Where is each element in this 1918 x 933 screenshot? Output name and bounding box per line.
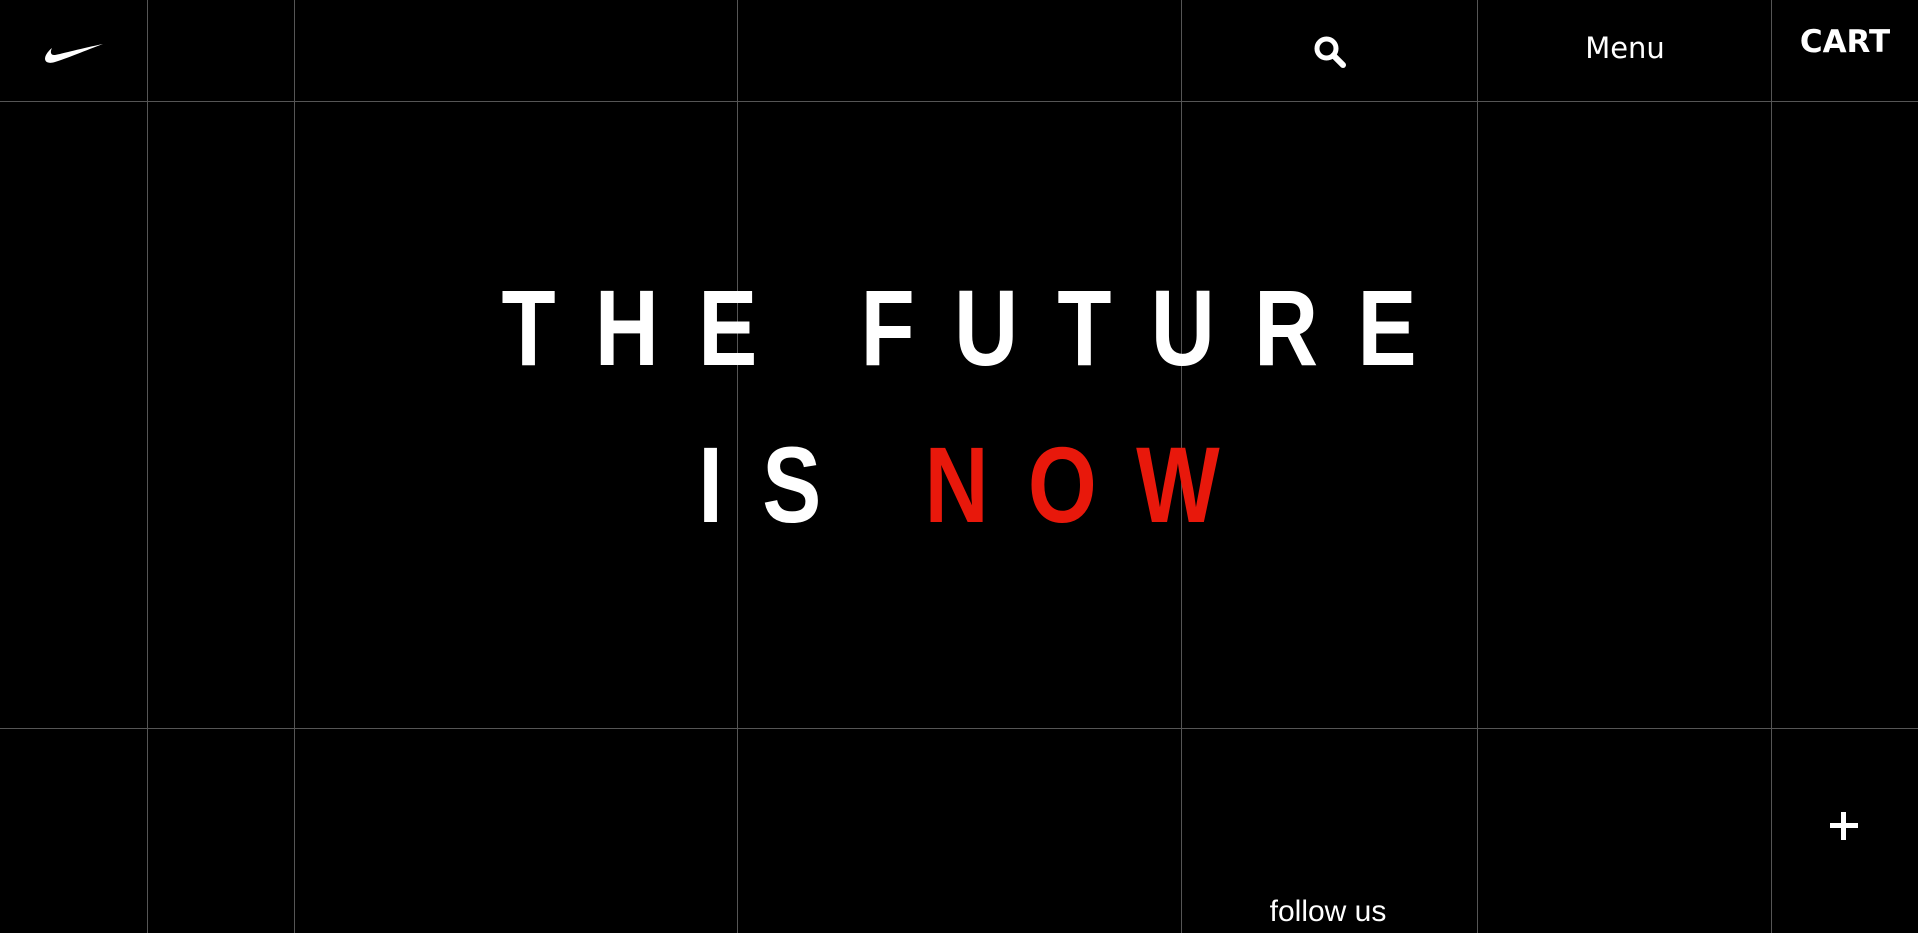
menu-button[interactable]: Menu: [1478, 31, 1772, 65]
grid-line-horizontal: [0, 728, 1918, 729]
swoosh-icon[interactable]: [43, 42, 103, 66]
hero-headline-prefix: IS: [698, 424, 925, 545]
hero-headline-accent: NOW: [924, 424, 1260, 545]
grid-line-horizontal: [0, 101, 1918, 102]
hero-headline-line-2: IS NOW: [173, 431, 1746, 539]
follow-us-link[interactable]: follow us: [1181, 895, 1475, 929]
search-icon: [1314, 36, 1346, 68]
plus-icon[interactable]: [1824, 805, 1864, 845]
search-button[interactable]: [1310, 32, 1350, 72]
grid-line-vertical: [147, 0, 148, 933]
cart-link[interactable]: CART: [1772, 24, 1918, 60]
hero-headline-line-1: THE FUTURE: [501, 267, 1456, 388]
grid-line-vertical: [1771, 0, 1772, 933]
